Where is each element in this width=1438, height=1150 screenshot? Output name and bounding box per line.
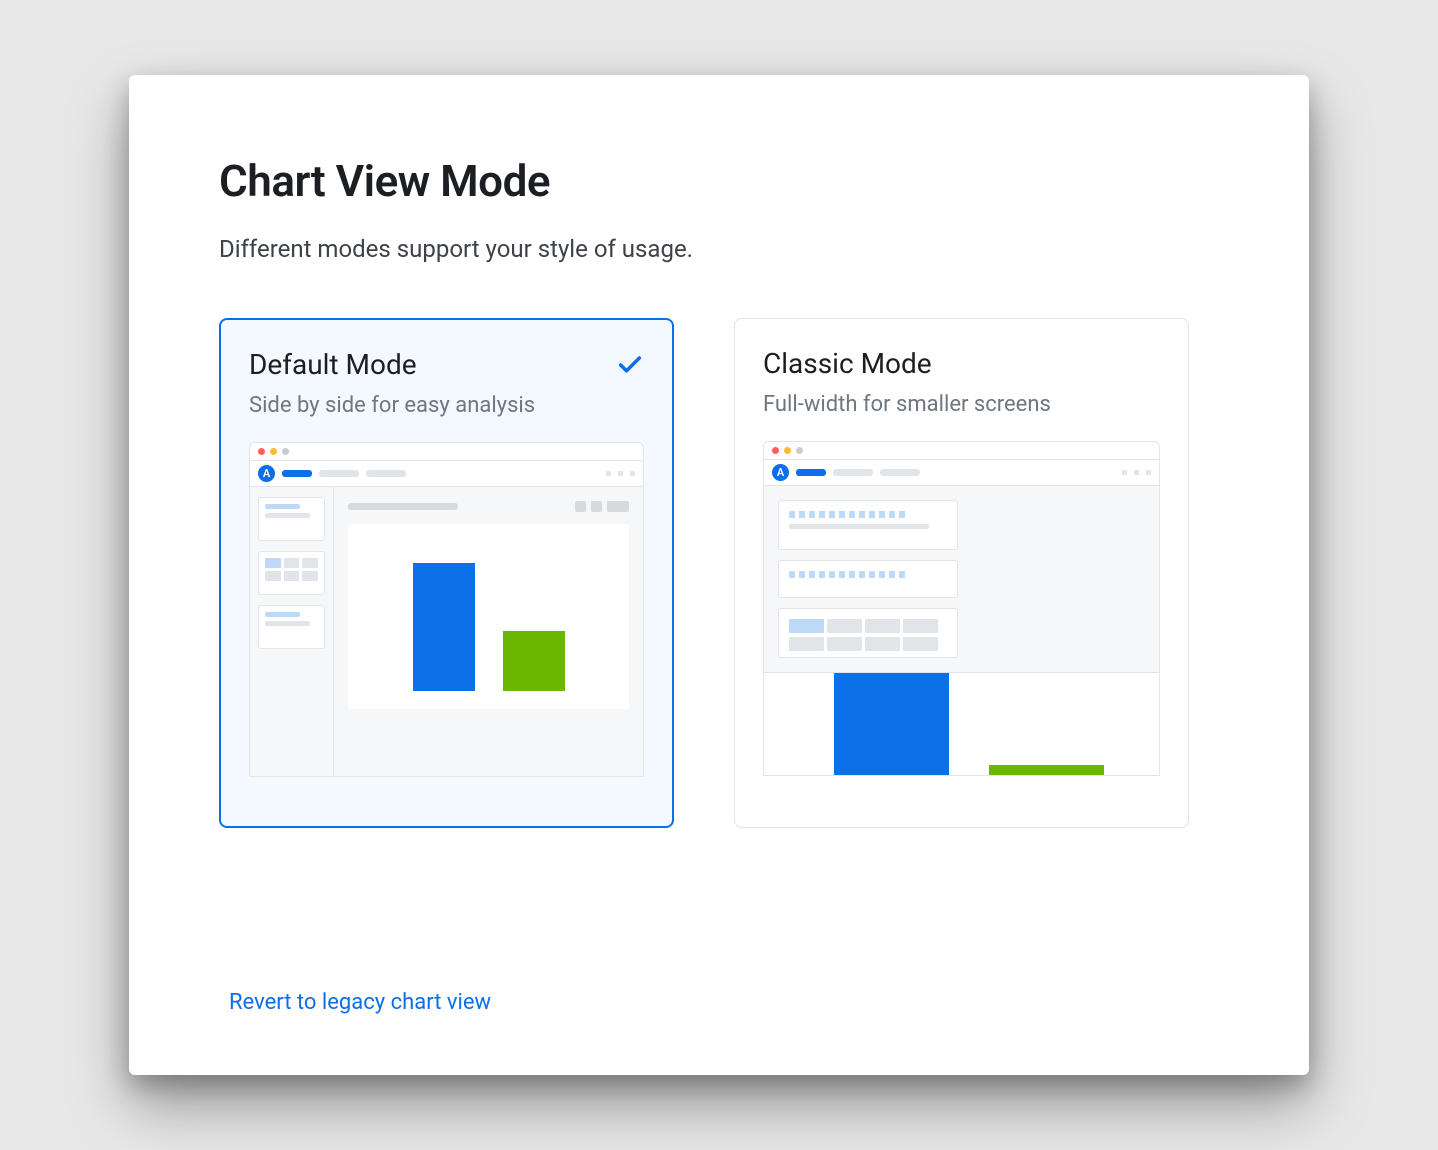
toolbar-dot-icon [1134,470,1139,475]
toolbar-dot-icon [1122,470,1127,475]
toolbar-pill [833,469,873,476]
toolbar-dot-icon [1146,470,1151,475]
preview-main-header [348,501,629,512]
page-title: Chart View Mode [219,155,1219,207]
header-line-placeholder [348,503,458,510]
sidebar-item [258,497,325,541]
header-icon [591,501,602,512]
chart-bar-green [503,631,565,691]
card-title-default: Default Mode [249,348,417,381]
traffic-light-gray-icon [282,448,289,455]
mode-card-classic[interactable]: Classic Mode Full-width for smaller scre… [734,318,1189,828]
chart-view-mode-panel: Chart View Mode Different modes support … [129,75,1309,1075]
preview-top-cards [764,486,1159,658]
chart-bar-blue [834,673,949,776]
preview-chart [348,524,629,709]
preview-toolbar: A [250,461,643,487]
app-logo-icon: A [258,465,275,482]
app-logo-icon: A [772,464,789,481]
toolbar-dot-icon [630,471,635,476]
classic-card [778,500,958,550]
preview-main [334,487,643,776]
classic-card [778,608,958,658]
traffic-light-yellow-icon [270,448,277,455]
toolbar-pill [880,469,920,476]
chart-bar-green [989,765,1104,776]
toolbar-pill [282,470,312,477]
toolbar-dot-icon [618,471,623,476]
checkmark-icon [616,351,644,379]
card-title-classic: Classic Mode [763,347,932,380]
revert-link[interactable]: Revert to legacy chart view [229,990,491,1015]
mode-cards: Default Mode Side by side for easy analy… [219,318,1219,828]
classic-card [778,560,958,598]
preview-body [764,486,1159,775]
chart-bar-blue [413,563,475,691]
page-subtitle: Different modes support your style of us… [219,235,1219,263]
card-header: Default Mode [249,348,644,381]
header-icon [575,501,586,512]
toolbar-pill [796,469,826,476]
sidebar-item [258,551,325,595]
card-header: Classic Mode [763,347,1160,380]
toolbar-pill [319,470,359,477]
preview-chart [764,672,1159,776]
traffic-light-red-icon [258,448,265,455]
toolbar-pill [366,470,406,477]
traffic-light-gray-icon [796,447,803,454]
preview-body [250,487,643,776]
card-desc-classic: Full-width for smaller screens [763,392,1160,417]
preview-sidebar [250,487,334,776]
preview-titlebar [250,443,643,461]
sidebar-item [258,605,325,649]
mode-card-default[interactable]: Default Mode Side by side for easy analy… [219,318,674,828]
preview-default: A [249,442,644,777]
header-icon [607,501,629,512]
card-desc-default: Side by side for easy analysis [249,393,644,418]
toolbar-dot-icon [606,471,611,476]
traffic-light-yellow-icon [784,447,791,454]
preview-toolbar: A [764,460,1159,486]
traffic-light-red-icon [772,447,779,454]
preview-titlebar [764,442,1159,460]
preview-classic: A [763,441,1160,776]
